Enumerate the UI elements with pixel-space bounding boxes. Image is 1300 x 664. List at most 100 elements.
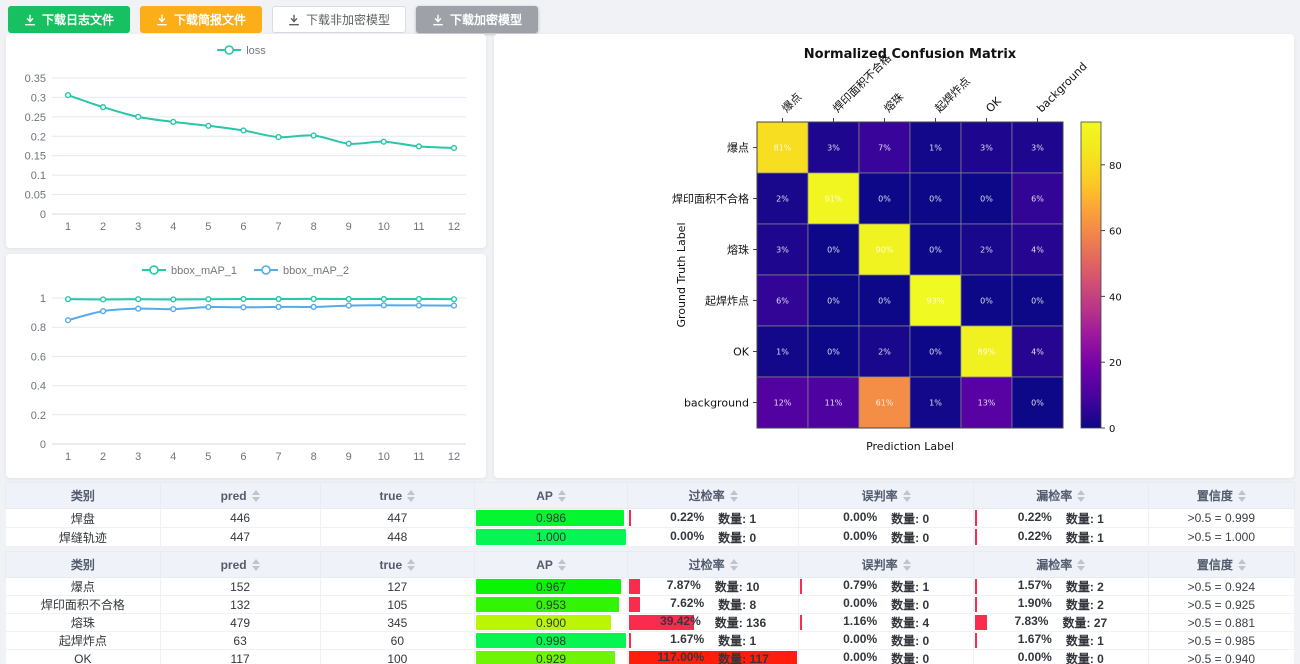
column-header-ap[interactable]: AP (475, 483, 628, 509)
sort-caret-icon[interactable] (407, 559, 415, 571)
rate-percent: 0.00% (843, 510, 877, 527)
svg-text:91%: 91% (825, 195, 843, 204)
rate-count: 数量: 1 (1066, 510, 1104, 527)
download-plain-model-button[interactable]: 下载非加密模型 (272, 6, 406, 33)
cell-ap: 0.953 (475, 596, 628, 614)
column-label: background (1034, 60, 1089, 115)
rate-percent: 0.00% (843, 596, 877, 613)
svg-text:90%: 90% (876, 246, 894, 255)
rate-bar (629, 510, 631, 526)
sort-caret-icon[interactable] (1238, 490, 1246, 502)
rate-bar (975, 529, 977, 545)
svg-text:89%: 89% (978, 348, 996, 357)
svg-text:11%: 11% (825, 399, 843, 408)
download-log-button[interactable]: 下载日志文件 (8, 6, 130, 33)
rate-percent: 117.00% (657, 650, 704, 664)
column-header-over[interactable]: 过检率 (627, 552, 798, 578)
column-header-mis[interactable]: 误判率 (799, 552, 974, 578)
column-header-mis[interactable]: 误判率 (799, 483, 974, 509)
column-header-conf[interactable]: 置信度 (1148, 483, 1294, 509)
sort-caret-icon[interactable] (252, 490, 260, 502)
legend-item-bbox_mAP_1[interactable]: bbox_mAP_1 (142, 265, 237, 277)
y-tick-label: 0.4 (31, 381, 46, 393)
y-tick-label: 0.35 (25, 73, 46, 85)
sort-caret-icon[interactable] (1077, 490, 1085, 502)
sort-caret-icon[interactable] (1238, 559, 1246, 571)
series-line-bbox_mAP_1 (68, 299, 454, 300)
column-header-miss[interactable]: 漏检率 (973, 552, 1148, 578)
sort-caret-icon[interactable] (730, 490, 738, 502)
toolbar: 下载日志文件 下载简报文件 下载非加密模型下载加密模型 (0, 0, 1300, 34)
svg-text:4%: 4% (1031, 348, 1044, 357)
sort-caret-icon[interactable] (558, 490, 566, 502)
column-header-miss[interactable]: 漏检率 (973, 483, 1148, 509)
rate-bar (975, 510, 977, 526)
sort-caret-icon[interactable] (1077, 559, 1085, 571)
sort-caret-icon[interactable] (558, 559, 566, 571)
rate-count: 数量: 0 (1066, 650, 1104, 664)
column-header-over[interactable]: 过检率 (627, 483, 798, 509)
cell-over: 39.42% 数量: 136 (627, 614, 798, 632)
rate-count: 数量: 10 (715, 578, 760, 595)
column-header-label: 漏检率 (1036, 487, 1072, 504)
metrics-tables: 类别predtrueAP过检率误判率漏检率置信度焊盘4464470.9860.2… (5, 482, 1295, 664)
button-label: 下载简报文件 (174, 11, 246, 28)
rate-percent: 7.83% (1014, 614, 1048, 631)
rate-bar (629, 633, 631, 648)
colorbar-tick-label: 80 (1109, 161, 1122, 172)
rate-bar (975, 615, 987, 630)
main-area: loss00.050.10.150.20.250.30.351234567891… (0, 34, 1300, 478)
sort-caret-icon[interactable] (903, 490, 911, 502)
row-label: 焊印面积不合格 (672, 192, 749, 206)
sort-caret-icon[interactable] (252, 559, 260, 571)
legend-item-bbox_mAP_2[interactable]: bbox_mAP_2 (254, 265, 349, 277)
column-header-label: AP (536, 489, 553, 503)
row-label: background (684, 397, 749, 410)
sort-caret-icon[interactable] (730, 559, 738, 571)
svg-text:0%: 0% (827, 246, 840, 255)
x-tick-label: 12 (448, 221, 460, 233)
column-header-category: 类别 (6, 552, 161, 578)
sort-caret-icon[interactable] (903, 559, 911, 571)
row-label: OK (733, 346, 750, 359)
y-tick-label: 0.2 (31, 410, 46, 422)
y-tick-label: 0.15 (25, 151, 46, 163)
download-encrypted-model-button[interactable]: 下载加密模型 (416, 6, 538, 33)
column-header-true[interactable]: true (320, 483, 475, 509)
x-tick-label: 3 (135, 451, 141, 463)
cell-true: 447 (320, 509, 475, 528)
cell-miss: 0.22%数量: 1 (973, 509, 1148, 528)
svg-text:0%: 0% (1031, 399, 1044, 408)
cell-true: 100 (320, 650, 475, 664)
rate-bar (975, 579, 977, 594)
confidence-value: >0.5 = 0.881 (1188, 616, 1255, 630)
rate-count: 数量: 136 (715, 614, 766, 631)
x-tick-label: 2 (100, 221, 106, 233)
column-header-true[interactable]: true (320, 552, 475, 578)
column-header-label: 置信度 (1197, 487, 1233, 504)
column-header-conf[interactable]: 置信度 (1148, 552, 1294, 578)
cell-category: 爆点 (6, 578, 161, 596)
rate-percent: 39.42% (660, 614, 701, 631)
download-icon (156, 14, 168, 26)
cell-conf: >0.5 = 0.985 (1148, 632, 1294, 650)
cell-pred: 446 (160, 509, 320, 528)
rate-percent: 0.22% (1018, 529, 1052, 546)
column-header-label: 漏检率 (1036, 556, 1072, 573)
column-header-ap[interactable]: AP (475, 552, 628, 578)
cell-pred: 152 (160, 578, 320, 596)
x-tick-label: 9 (346, 451, 352, 463)
column-header-pred[interactable]: pred (160, 552, 320, 578)
column-header-pred[interactable]: pred (160, 483, 320, 509)
rate-count: 数量: 117 (718, 650, 769, 664)
column-header-label: true (380, 489, 403, 503)
y-tick-label: 0.8 (31, 322, 46, 334)
rate-percent: 1.57% (1018, 578, 1052, 595)
svg-text:0%: 0% (929, 246, 942, 255)
download-icon (24, 14, 36, 26)
legend-item-loss[interactable]: loss (217, 45, 266, 57)
download-brief-button[interactable]: 下载简报文件 (140, 6, 262, 33)
sort-caret-icon[interactable] (407, 490, 415, 502)
table-row: 焊缝轨迹4474481.0000.00%数量: 00.00%数量: 00.22%… (6, 528, 1295, 547)
colorbar-tick-label: 0 (1109, 424, 1115, 435)
